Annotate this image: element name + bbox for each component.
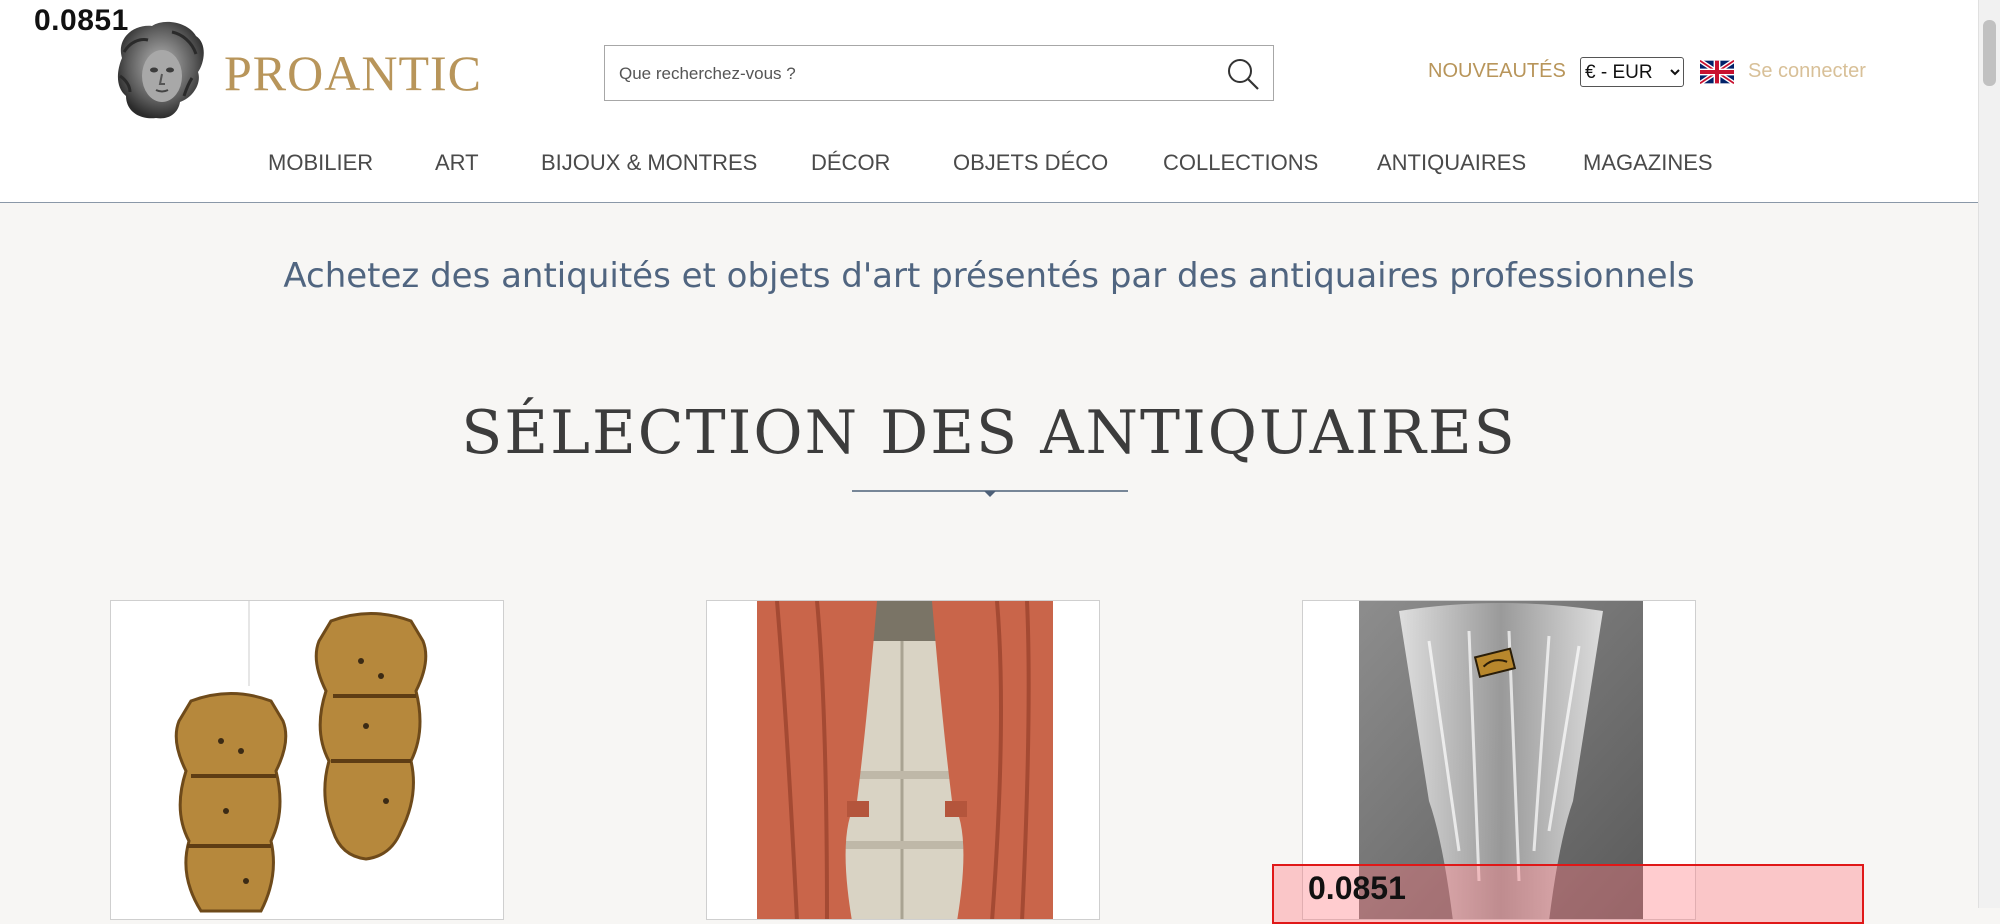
main-nav: MOBILIER ART BIJOUX & MONTRES DÉCOR OBJE… bbox=[0, 150, 1978, 180]
nav-item-antiquaires[interactable]: ANTIQUAIRES bbox=[1377, 150, 1526, 176]
highlight-overlay: 0.0851 bbox=[1272, 864, 1864, 924]
nav-item-mobilier[interactable]: MOBILIER bbox=[268, 150, 373, 176]
nav-item-collections[interactable]: COLLECTIONS bbox=[1163, 150, 1318, 176]
uk-flag-icon[interactable] bbox=[1700, 60, 1734, 84]
search-bar bbox=[604, 45, 1274, 102]
search-icon[interactable] bbox=[1225, 56, 1261, 92]
overlay-score-label: 0.0851 bbox=[1308, 870, 1406, 906]
overlay-score-label: 0.0851 bbox=[34, 4, 129, 37]
product-image[interactable] bbox=[757, 601, 1053, 920]
nav-item-bijoux-montres[interactable]: BIJOUX & MONTRES bbox=[541, 150, 757, 176]
section-title: SÉLECTION DES ANTIQUAIRES bbox=[461, 398, 1517, 468]
product-card[interactable] bbox=[110, 600, 504, 920]
scrollbar-thumb[interactable] bbox=[1983, 20, 1996, 86]
nav-item-objets-deco[interactable]: OBJETS DÉCO bbox=[953, 150, 1108, 176]
product-card[interactable] bbox=[706, 600, 1100, 920]
nouveautes-link[interactable]: NOUVEAUTÉS bbox=[1428, 60, 1566, 83]
page-scrollbar[interactable] bbox=[1978, 0, 2000, 908]
nav-item-art[interactable]: ART bbox=[435, 150, 479, 176]
currency-select[interactable]: € - EUR bbox=[1580, 57, 1684, 87]
brand-name[interactable]: PROANTIC bbox=[224, 44, 482, 102]
nav-item-magazines[interactable]: MAGAZINES bbox=[1583, 150, 1713, 176]
page-tagline: Achetez des antiquités et objets d'art p… bbox=[283, 256, 1695, 296]
site-header: 0.0851 PROANTIC NOUVEAUTÉS € - EUR Se co… bbox=[0, 0, 1978, 203]
title-divider bbox=[852, 490, 1128, 497]
product-image[interactable] bbox=[161, 601, 461, 920]
login-link[interactable]: Se connecter bbox=[1748, 60, 1866, 83]
search-input[interactable] bbox=[617, 46, 1201, 102]
nav-item-decor[interactable]: DÉCOR bbox=[811, 150, 890, 176]
